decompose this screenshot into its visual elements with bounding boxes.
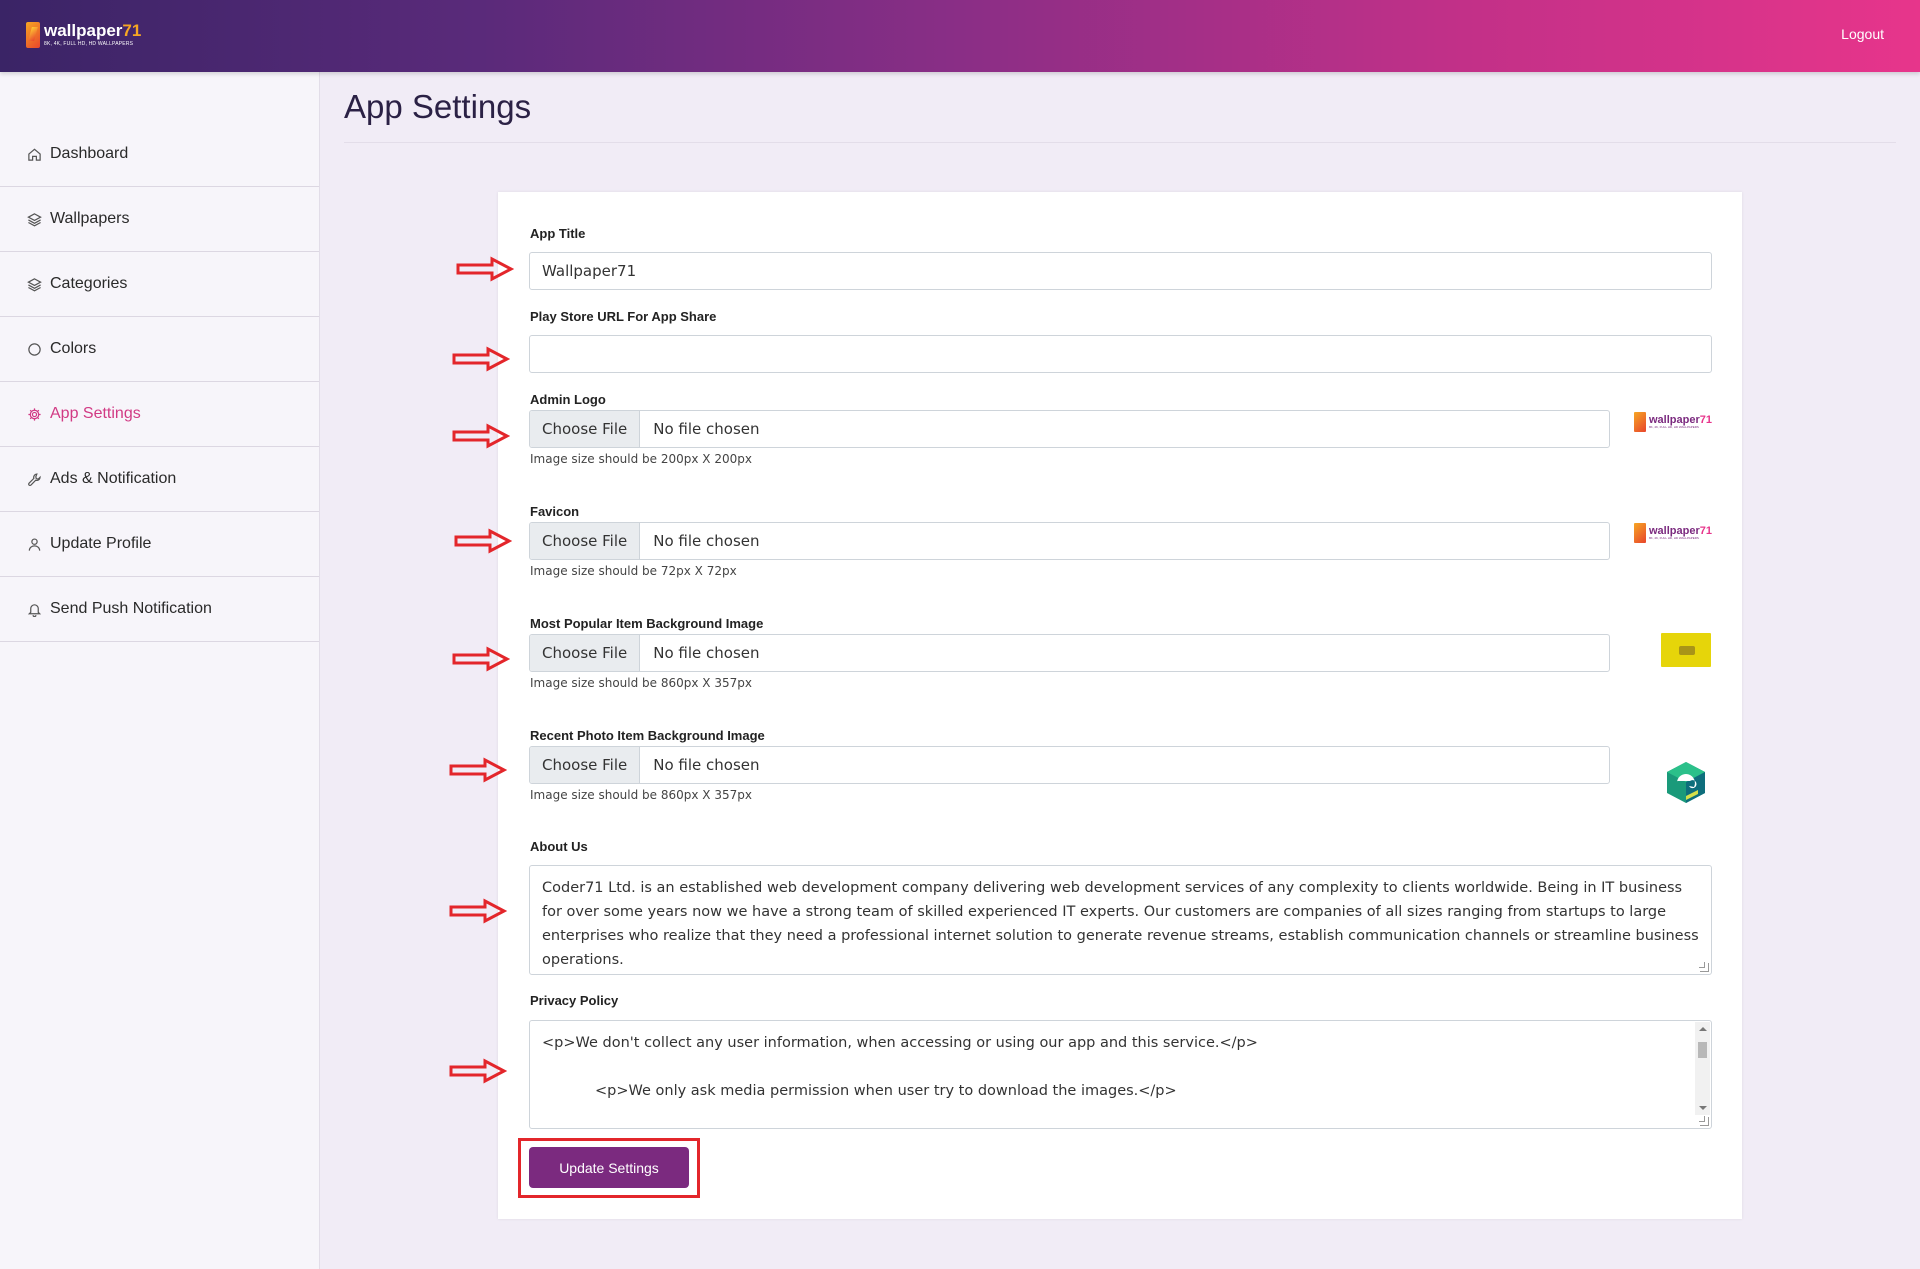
about-us-text: Coder71 Ltd. is an established web devel… <box>542 880 1699 968</box>
annotation-arrow-icon <box>449 1058 507 1084</box>
preview-logo-number: 71 <box>1699 525 1712 537</box>
about-us-textarea[interactable]: Coder71 Ltd. is an established web devel… <box>529 865 1712 975</box>
sidebar-item-app-settings[interactable]: App Settings <box>0 382 319 447</box>
popular-bg-label: Most Popular Item Background Image <box>530 616 764 631</box>
choose-file-button[interactable]: Choose File <box>530 635 641 671</box>
sidebar-nav: Dashboard Wallpapers Categories Colors A… <box>0 122 319 642</box>
preview-logo-text: wallpaper71 <box>1649 414 1712 426</box>
annotation-arrow-icon <box>449 757 507 783</box>
annotation-arrow-icon <box>449 898 507 924</box>
file-name-text: No file chosen <box>653 756 760 774</box>
resize-handle[interactable] <box>1699 1116 1709 1126</box>
logo-mark-icon <box>1634 523 1646 543</box>
admin-logo-file-input[interactable]: Choose File No file chosen <box>529 410 1610 448</box>
scroll-up-arrow-icon[interactable] <box>1699 1027 1707 1031</box>
annotation-arrow-icon <box>454 528 512 554</box>
logo-word: wallpaper <box>44 21 123 40</box>
home-icon <box>26 146 42 162</box>
recent-bg-hint: Image size should be 860px X 357px <box>530 788 752 802</box>
recent-bg-preview <box>1667 762 1705 803</box>
bell-icon <box>26 601 42 617</box>
choose-file-button[interactable]: Choose File <box>530 747 641 783</box>
wrench-icon <box>26 471 42 487</box>
privacy-policy-label: Privacy Policy <box>530 993 619 1008</box>
file-name-text: No file chosen <box>653 532 760 550</box>
play-store-url-input[interactable] <box>529 335 1712 373</box>
sidebar-item-categories[interactable]: Categories <box>0 252 319 317</box>
privacy-line-2: <p>We only ask media permission when use… <box>595 1083 1177 1099</box>
about-us-label: About Us <box>530 839 588 854</box>
sidebar-item-label: Send Push Notification <box>50 600 212 617</box>
layers-icon <box>26 211 42 227</box>
brand-logo[interactable]: wallpaper71 8K, 4K, FULL HD, HD WALLPAPE… <box>26 22 141 48</box>
play-store-url-label: Play Store URL For App Share <box>530 309 717 324</box>
logo-subtitle: 8K, 4K, FULL HD, HD WALLPAPERS <box>44 41 134 47</box>
choose-file-button[interactable]: Choose File <box>530 523 641 559</box>
privacy-policy-textarea[interactable]: <p>We don't collect any user information… <box>529 1020 1712 1129</box>
sidebar: Dashboard Wallpapers Categories Colors A… <box>0 72 320 1269</box>
user-icon <box>26 536 42 552</box>
layers-icon <box>26 276 42 292</box>
circle-icon <box>26 341 42 357</box>
logo-text: wallpaper71 <box>44 21 142 40</box>
resize-handle[interactable] <box>1699 962 1709 972</box>
logo-mark-icon <box>26 22 40 48</box>
sidebar-item-label: Wallpapers <box>50 210 130 227</box>
admin-logo-hint: Image size should be 200px X 200px <box>530 452 752 466</box>
recent-bg-label: Recent Photo Item Background Image <box>530 728 765 743</box>
sidebar-item-label: Update Profile <box>50 535 152 552</box>
file-name-text: No file chosen <box>653 644 760 662</box>
update-settings-button[interactable]: Update Settings <box>529 1147 689 1188</box>
favicon-file-input[interactable]: Choose File No file chosen <box>529 522 1610 560</box>
popular-bg-preview <box>1661 633 1711 667</box>
favicon-label: Favicon <box>530 504 580 519</box>
privacy-blank-line <box>542 1055 1681 1079</box>
popular-bg-file-input[interactable]: Choose File No file chosen <box>529 634 1610 672</box>
privacy-line-1: <p>We don't collect any user information… <box>542 1035 1258 1051</box>
sidebar-item-colors[interactable]: Colors <box>0 317 319 382</box>
gear-icon <box>26 406 42 422</box>
app-title-input[interactable]: Wallpaper71 <box>529 252 1712 290</box>
app-title-label: App Title <box>530 226 586 241</box>
sidebar-item-label: Dashboard <box>50 145 129 162</box>
sidebar-item-label: Ads & Notification <box>50 470 177 487</box>
annotation-arrow-icon <box>452 423 510 449</box>
popular-bg-hint: Image size should be 860px X 357px <box>530 676 752 690</box>
sidebar-item-label: Colors <box>50 340 97 357</box>
logout-link[interactable]: Logout <box>1841 26 1884 42</box>
sidebar-item-send-push-notification[interactable]: Send Push Notification <box>0 577 319 642</box>
preview-logo-number: 71 <box>1699 414 1712 426</box>
preview-logo-text: wallpaper71 <box>1649 525 1712 537</box>
page-title: App Settings <box>344 88 532 125</box>
annotation-arrow-icon <box>456 256 514 282</box>
logo-mark-icon <box>1634 412 1646 432</box>
annotation-arrow-icon <box>452 346 510 372</box>
favicon-hint: Image size should be 72px X 72px <box>530 564 737 578</box>
top-header: wallpaper71 8K, 4K, FULL HD, HD WALLPAPE… <box>0 0 1920 72</box>
sidebar-item-update-profile[interactable]: Update Profile <box>0 512 319 577</box>
sidebar-item-dashboard[interactable]: Dashboard <box>0 122 319 187</box>
sidebar-item-label: Categories <box>50 275 128 292</box>
scroll-thumb[interactable] <box>1698 1042 1707 1058</box>
favicon-preview: wallpaper71 8K, 4K, FULL HD, HD WALLPAPER… <box>1634 522 1712 544</box>
file-name-text: No file chosen <box>653 420 760 438</box>
title-divider <box>344 142 1896 143</box>
admin-logo-label: Admin Logo <box>530 392 606 407</box>
recent-bg-file-input[interactable]: Choose File No file chosen <box>529 746 1610 784</box>
sidebar-item-ads-notification[interactable]: Ads & Notification <box>0 447 319 512</box>
sidebar-item-wallpapers[interactable]: Wallpapers <box>0 187 319 252</box>
logo-number: 71 <box>122 21 142 40</box>
scroll-down-arrow-icon[interactable] <box>1699 1106 1707 1110</box>
choose-file-button[interactable]: Choose File <box>530 411 641 447</box>
sidebar-item-label: App Settings <box>50 405 141 422</box>
admin-logo-preview: wallpaper71 8K, 4K, FULL HD, HD WALLPAPER… <box>1634 411 1712 433</box>
textarea-scrollbar[interactable] <box>1695 1022 1710 1115</box>
annotation-arrow-icon <box>452 646 510 672</box>
